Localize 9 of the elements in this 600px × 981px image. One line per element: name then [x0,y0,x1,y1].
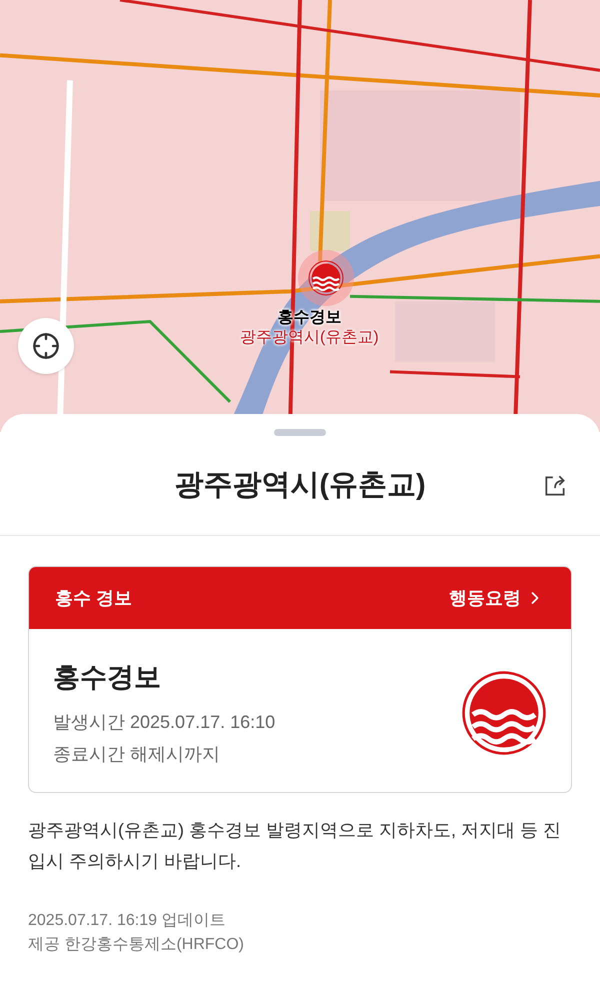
alert-detail: 종료시간 해제시까지 [53,742,222,766]
updated-time: 2025.07.17. 16:19 업데이트 [28,910,226,930]
sheet-title: 광주광역시(유촌교) [174,468,426,503]
alert-description: 광주광역시(유촌교) 홍수경보 발령지역으로 지하차도, 저지대 등 진입시 주의하시기 바랍니다. [28,818,562,872]
data-provider: 제공 한강홍수통제소(HRFCO) [28,934,245,954]
alert-detail: 발생시간 2025.07.17. 16:10 [53,710,276,734]
alert-title: 홍수경보 [53,661,162,694]
guide-link[interactable]: 행동요령 [449,584,545,612]
alert-level: 홍수 경보 [55,586,132,610]
